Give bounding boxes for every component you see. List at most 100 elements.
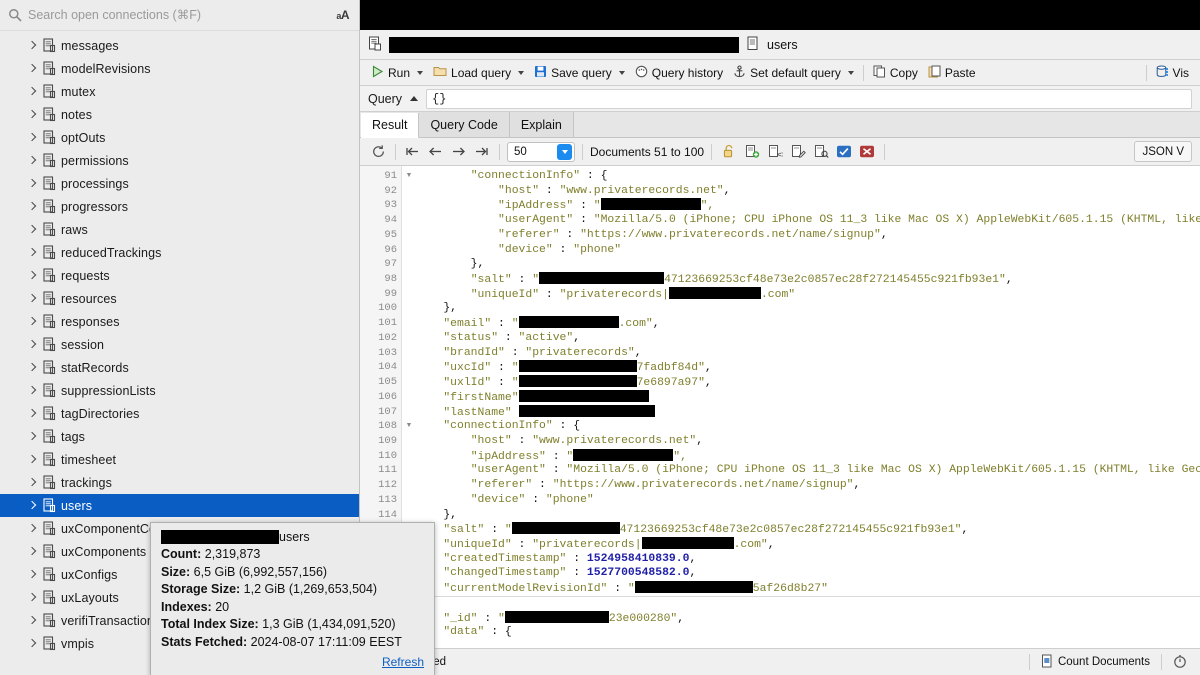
- chevron-right-icon[interactable]: [28, 501, 37, 510]
- chevron-right-icon[interactable]: [28, 248, 37, 257]
- result-tabs[interactable]: ResultQuery CodeExplain: [360, 112, 1200, 138]
- first-page-icon[interactable]: [403, 142, 423, 162]
- chevron-right-icon[interactable]: [28, 478, 37, 487]
- view-document-icon[interactable]: [811, 142, 831, 162]
- sidebar-item-raws[interactable]: raws: [0, 218, 359, 241]
- sidebar-item-processings[interactable]: processings: [0, 172, 359, 195]
- chevron-right-icon[interactable]: [28, 317, 37, 326]
- sidebar-item-messages[interactable]: messages: [0, 34, 359, 57]
- chevron-right-icon[interactable]: [28, 593, 37, 602]
- chevron-down-icon[interactable]: [518, 71, 524, 75]
- chevron-right-icon[interactable]: [28, 409, 37, 418]
- query-history-button[interactable]: Query history: [630, 62, 728, 84]
- count-documents-button[interactable]: Count Documents: [1036, 652, 1155, 672]
- chevron-right-icon[interactable]: [28, 179, 37, 188]
- chevron-right-icon[interactable]: [28, 110, 37, 119]
- chevron-down-icon[interactable]: [619, 71, 625, 75]
- page-size-select[interactable]: 50: [507, 142, 575, 162]
- cancel-edit-icon[interactable]: [857, 142, 877, 162]
- chevron-right-icon[interactable]: [28, 64, 37, 73]
- timer-button[interactable]: [1168, 652, 1192, 672]
- chevron-down-icon[interactable]: [557, 144, 572, 160]
- sidebar-item-trackings[interactable]: trackings: [0, 471, 359, 494]
- tab-result[interactable]: Result: [361, 113, 419, 138]
- set-default-query-button[interactable]: Set default query: [728, 62, 859, 84]
- chevron-right-icon[interactable]: [28, 156, 37, 165]
- refresh-stats-link[interactable]: Refresh: [382, 655, 424, 669]
- sidebar-item-resources[interactable]: resources: [0, 287, 359, 310]
- chevron-right-icon[interactable]: [28, 616, 37, 625]
- view-mode-select[interactable]: JSON V: [1134, 141, 1192, 162]
- sidebar-item-users[interactable]: users: [0, 494, 359, 517]
- code-line: "salt" : "47123669253cf48e73e2c0857ec28f…: [416, 522, 1200, 537]
- sidebar-item-responses[interactable]: responses: [0, 310, 359, 333]
- json-punctuation: : {: [484, 626, 511, 638]
- search-input[interactable]: [28, 8, 328, 22]
- sidebar-item-requests[interactable]: requests: [0, 264, 359, 287]
- redacted-value: [539, 272, 664, 284]
- refresh-icon[interactable]: [368, 142, 388, 162]
- sidebar-item-permissions[interactable]: permissions: [0, 149, 359, 172]
- run-button[interactable]: Run: [366, 62, 428, 84]
- chevron-right-icon[interactable]: [28, 225, 37, 234]
- sidebar-item-reducedTrackings[interactable]: reducedTrackings: [0, 241, 359, 264]
- document-json-viewer[interactable]: 9192939495969798991001011021031041051061…: [360, 166, 1200, 648]
- fold-spacer: [402, 508, 416, 523]
- json-punctuation: ,: [677, 613, 684, 625]
- confirm-edit-icon[interactable]: [834, 142, 854, 162]
- insert-document-icon[interactable]: [742, 142, 762, 162]
- json-key-or-string: "www.privaterecords.net": [560, 185, 724, 197]
- sidebar-item-suppressionLists[interactable]: suppressionLists: [0, 379, 359, 402]
- visual-explain-button[interactable]: Vis: [1151, 62, 1194, 84]
- load-query-button[interactable]: Load query: [428, 62, 529, 84]
- sidebar-item-tagDirectories[interactable]: tagDirectories: [0, 402, 359, 425]
- sidebar-item-mutex[interactable]: mutex: [0, 80, 359, 103]
- chevron-right-icon[interactable]: [28, 87, 37, 96]
- json-code-content[interactable]: "connectionInfo" : { "host" : "www.priva…: [416, 166, 1200, 648]
- chevron-down-icon[interactable]: [417, 71, 423, 75]
- chevron-right-icon[interactable]: [28, 133, 37, 142]
- sidebar-item-modelRevisions[interactable]: modelRevisions: [0, 57, 359, 80]
- previous-page-icon[interactable]: [426, 142, 446, 162]
- last-page-icon[interactable]: [472, 142, 492, 162]
- tab-query-code[interactable]: Query Code: [419, 112, 509, 137]
- chevron-right-icon[interactable]: [28, 547, 37, 556]
- json-key-or-string: "www.privaterecords.net": [532, 435, 696, 447]
- chevron-right-icon[interactable]: [28, 432, 37, 441]
- sidebar-item-session[interactable]: session: [0, 333, 359, 356]
- unlock-icon[interactable]: [719, 142, 739, 162]
- paste-button[interactable]: Paste: [923, 62, 981, 84]
- sidebar-item-statRecords[interactable]: statRecords: [0, 356, 359, 379]
- chevron-right-icon[interactable]: [28, 363, 37, 372]
- fold-toggle-icon[interactable]: ▼: [402, 419, 416, 434]
- query-input[interactable]: {}: [426, 89, 1192, 109]
- collapse-chevron-up-icon[interactable]: [410, 96, 418, 101]
- chevron-right-icon[interactable]: [28, 524, 37, 533]
- clone-document-icon[interactable]: <>: [765, 142, 785, 162]
- chevron-right-icon[interactable]: [28, 340, 37, 349]
- chevron-right-icon[interactable]: [28, 639, 37, 648]
- chevron-right-icon[interactable]: [28, 41, 37, 50]
- edit-document-icon[interactable]: [788, 142, 808, 162]
- code-line: "data" : {: [416, 625, 1200, 640]
- font-size-toggle[interactable]: aA: [334, 8, 351, 22]
- sidebar-item-tags[interactable]: tags: [0, 425, 359, 448]
- chevron-right-icon[interactable]: [28, 294, 37, 303]
- save-query-button[interactable]: Save query: [529, 62, 630, 84]
- sidebar-item-optOuts[interactable]: optOuts: [0, 126, 359, 149]
- chevron-right-icon[interactable]: [28, 202, 37, 211]
- chevron-right-icon[interactable]: [28, 386, 37, 395]
- fold-spacer: [402, 346, 416, 361]
- chevron-down-icon[interactable]: [848, 71, 854, 75]
- json-punctuation: ,: [881, 229, 888, 241]
- sidebar-item-timesheet[interactable]: timesheet: [0, 448, 359, 471]
- chevron-right-icon[interactable]: [28, 570, 37, 579]
- chevron-right-icon[interactable]: [28, 455, 37, 464]
- sidebar-item-progressors[interactable]: progressors: [0, 195, 359, 218]
- sidebar-item-notes[interactable]: notes: [0, 103, 359, 126]
- tab-explain[interactable]: Explain: [510, 112, 574, 137]
- copy-button[interactable]: Copy: [868, 62, 923, 84]
- chevron-right-icon[interactable]: [28, 271, 37, 280]
- next-page-icon[interactable]: [449, 142, 469, 162]
- fold-toggle-icon[interactable]: ▼: [402, 169, 416, 184]
